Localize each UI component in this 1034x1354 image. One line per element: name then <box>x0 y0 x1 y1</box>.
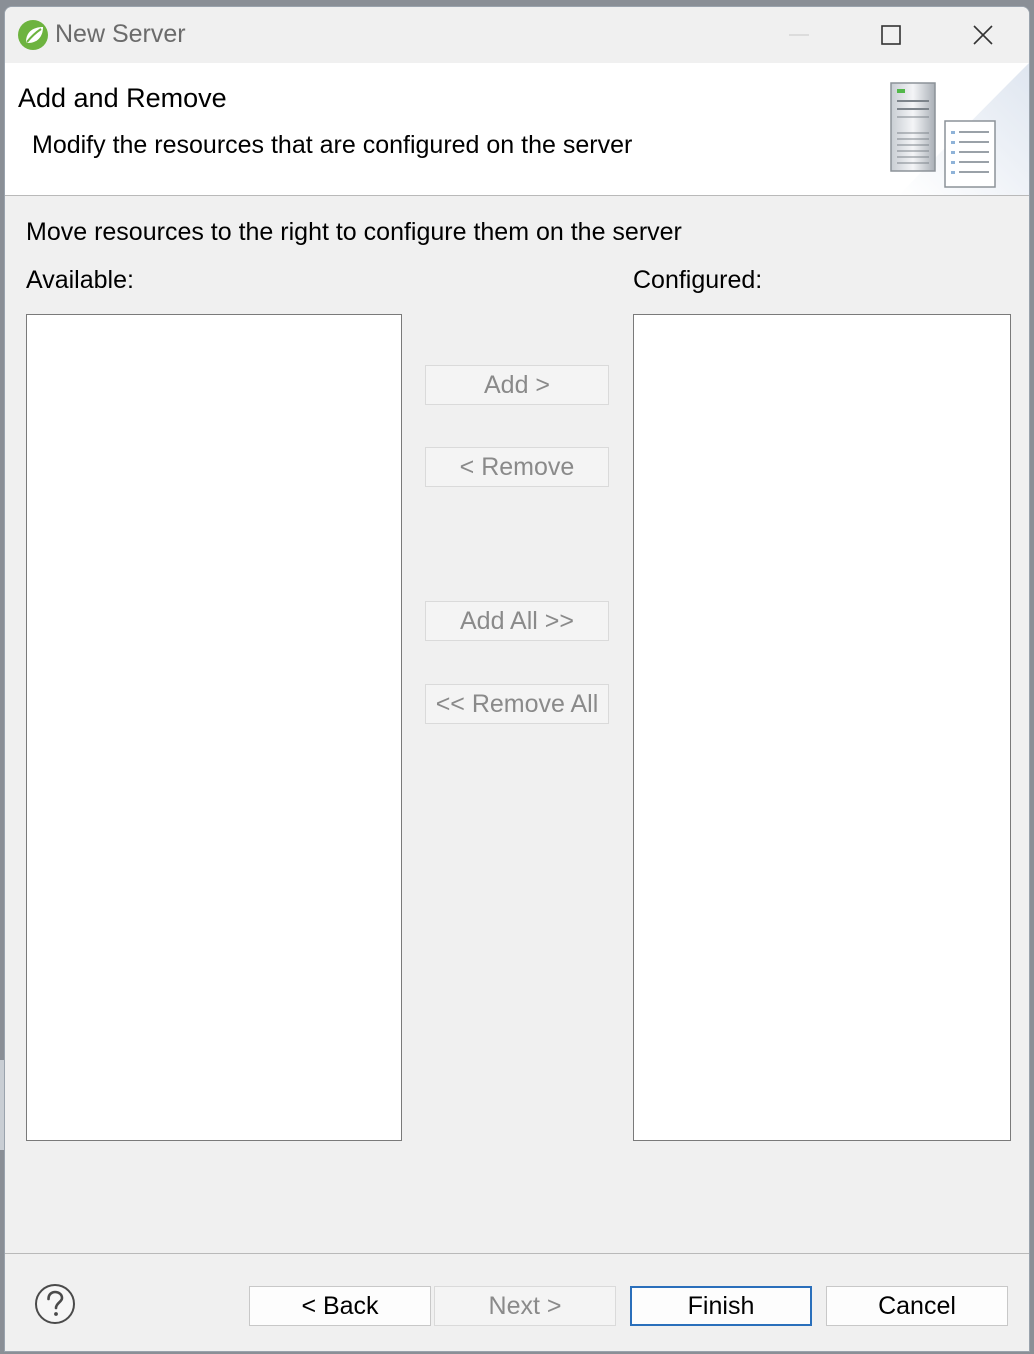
remove-button[interactable]: < Remove <box>425 447 609 487</box>
finish-button[interactable]: Finish <box>630 1286 812 1326</box>
close-button[interactable] <box>937 7 1029 63</box>
minimize-icon <box>789 34 809 36</box>
instruction-text: Move resources to the right to configure… <box>26 218 682 246</box>
configured-list[interactable] <box>633 314 1011 1141</box>
server-wizard-banner-icon <box>890 63 1029 195</box>
minimize-button[interactable] <box>753 7 845 63</box>
remove-all-button[interactable]: << Remove All <box>425 684 609 724</box>
footer-divider <box>5 1253 1029 1254</box>
cancel-button[interactable]: Cancel <box>826 1286 1008 1326</box>
maximize-icon <box>881 25 901 45</box>
window-title: New Server <box>55 20 186 48</box>
help-question-icon[interactable] <box>34 1283 76 1325</box>
page-title: Add and Remove <box>18 83 227 113</box>
wizard-header: Add and Remove Modify the resources that… <box>5 63 1029 196</box>
maximize-button[interactable] <box>845 7 937 63</box>
page-description: Modify the resources that are configured… <box>32 131 633 159</box>
next-button[interactable]: Next > <box>434 1286 616 1326</box>
available-label: Available: <box>26 266 134 294</box>
configured-label: Configured: <box>633 266 763 294</box>
back-button[interactable]: < Back <box>249 1286 431 1326</box>
title-bar[interactable]: New Server <box>5 7 1029 63</box>
new-server-dialog: New Server Add and Remove Modify the res… <box>4 6 1030 1352</box>
close-icon <box>973 25 993 45</box>
add-all-button[interactable]: Add All >> <box>425 601 609 641</box>
spring-leaf-icon <box>18 20 48 50</box>
available-list[interactable] <box>26 314 402 1141</box>
add-button[interactable]: Add > <box>425 365 609 405</box>
